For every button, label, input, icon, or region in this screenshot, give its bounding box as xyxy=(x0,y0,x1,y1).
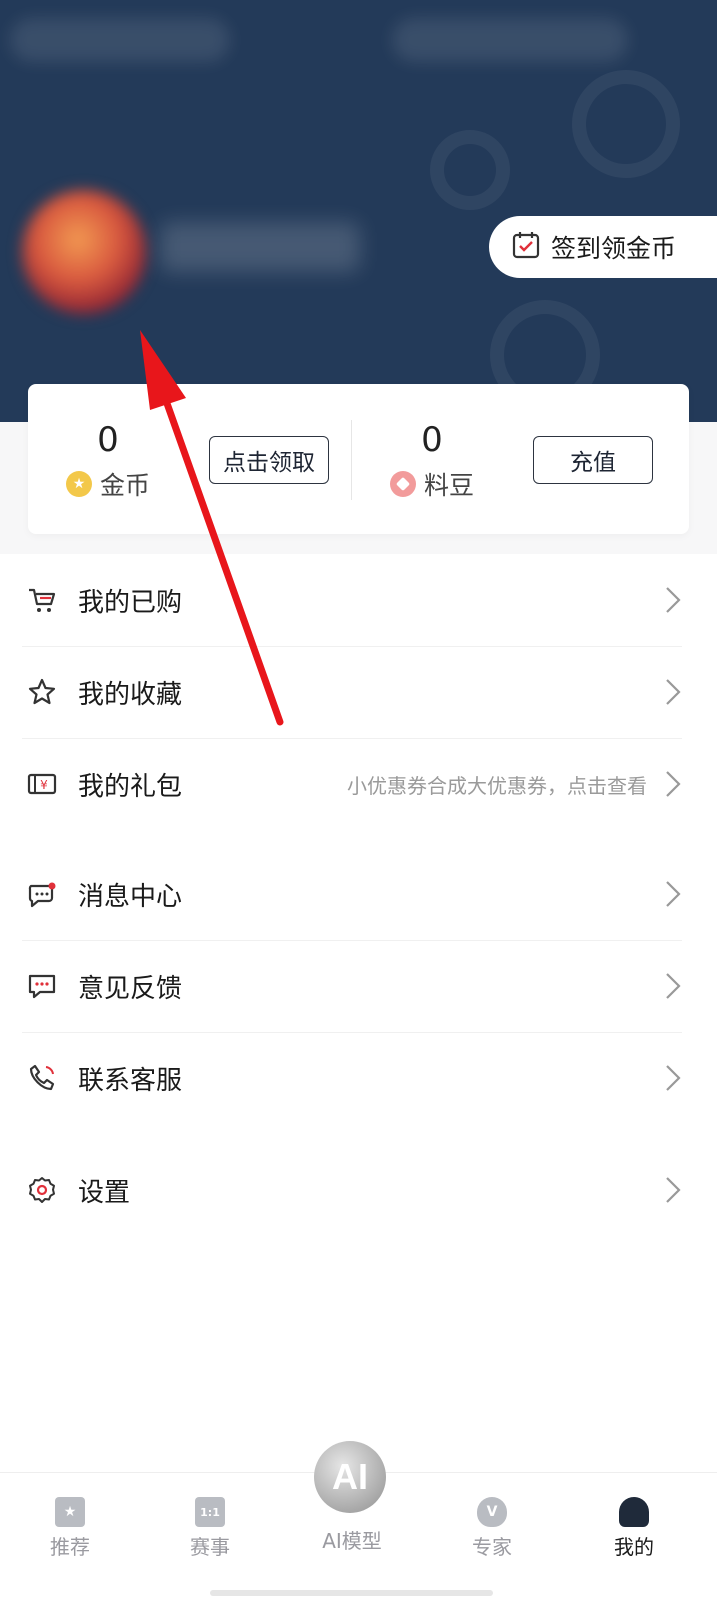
gear-icon xyxy=(27,1175,57,1205)
checkin-label: 签到领金币 xyxy=(551,234,677,263)
bottom-tabbar: ★ 推荐 1:1 赛事 AI AI模型 V 专家 我的 xyxy=(0,1441,717,1600)
claim-coins-button[interactable]: 点击领取 xyxy=(209,436,329,484)
chevron-right-icon xyxy=(666,881,681,907)
chevron-right-icon xyxy=(666,587,681,613)
menu-item-support[interactable]: 联系客服 xyxy=(0,1032,717,1124)
message-icon xyxy=(27,879,57,909)
gifts-hint: 小优惠券合成大优惠券，点击查看 xyxy=(347,773,647,798)
recommend-icon: ★ xyxy=(55,1497,85,1527)
menu-item-messages[interactable]: 消息中心 xyxy=(0,848,717,940)
checkin-button[interactable]: 签到领金币 xyxy=(489,216,717,278)
tab-label: 推荐 xyxy=(50,1535,90,1559)
menu-label: 我的礼包 xyxy=(78,771,183,802)
chevron-right-icon xyxy=(666,973,681,999)
beans-value: 0 xyxy=(421,420,443,460)
tab-ai-model[interactable]: AI模型 xyxy=(302,1525,402,1554)
basketball-decor xyxy=(572,70,680,178)
coins-balance: 0 ★ 金币 xyxy=(48,384,168,502)
ai-icon[interactable]: AI xyxy=(314,1441,386,1513)
home-indicator xyxy=(210,1590,493,1596)
menu-label: 设置 xyxy=(78,1177,131,1208)
expert-icon: V xyxy=(477,1497,507,1527)
tab-label: 赛事 xyxy=(190,1535,230,1559)
coin-icon: ★ xyxy=(65,471,92,497)
tab-recommend[interactable]: ★ 推荐 xyxy=(20,1487,120,1560)
calendar-check-icon xyxy=(511,230,541,264)
recharge-button[interactable]: 充值 xyxy=(533,436,653,484)
star-icon xyxy=(27,677,57,707)
coins-value: 0 xyxy=(97,420,119,460)
menu-item-settings[interactable]: 设置 xyxy=(0,1144,717,1236)
profile-header: 签到领金币 xyxy=(0,0,717,422)
phone-icon xyxy=(27,1063,57,1093)
menu-label: 我的收藏 xyxy=(78,679,183,710)
bean-icon xyxy=(389,471,416,497)
profile-icon xyxy=(619,1497,649,1527)
beans-label: 料豆 xyxy=(423,471,474,500)
menu-label: 意见反馈 xyxy=(78,973,183,1004)
chevron-right-icon xyxy=(666,1065,681,1091)
menu-label: 我的已购 xyxy=(78,587,183,618)
tab-label: 专家 xyxy=(472,1535,512,1559)
menu-label: 消息中心 xyxy=(78,881,183,912)
cart-icon xyxy=(27,585,57,615)
wallet-card: 0 ★ 金币 点击领取 0 料豆 充值 xyxy=(28,384,689,534)
svg-text:¥: ¥ xyxy=(40,778,48,792)
tab-experts[interactable]: V 专家 xyxy=(442,1487,542,1560)
menu-item-gifts[interactable]: ¥ 我的礼包 小优惠券合成大优惠券，点击查看 xyxy=(0,738,717,830)
status-blur-left xyxy=(10,18,230,62)
username-blurred[interactable] xyxy=(160,222,360,272)
tab-profile[interactable]: 我的 xyxy=(584,1487,684,1560)
wallet-divider xyxy=(351,420,352,500)
avatar[interactable] xyxy=(22,190,146,314)
feedback-icon xyxy=(27,971,57,1001)
chevron-right-icon xyxy=(666,679,681,705)
match-icon: 1:1 xyxy=(195,1497,225,1527)
tab-label: 我的 xyxy=(614,1535,654,1559)
menu-item-favorites[interactable]: 我的收藏 xyxy=(0,646,717,738)
tab-label: AI模型 xyxy=(322,1529,382,1553)
status-blur-right xyxy=(392,18,628,62)
menu-label: 联系客服 xyxy=(78,1065,183,1096)
beans-balance: 0 料豆 xyxy=(372,384,492,502)
chevron-right-icon xyxy=(666,1177,681,1203)
coins-label: 金币 xyxy=(99,471,150,500)
chevron-right-icon xyxy=(666,771,681,797)
tab-matches[interactable]: 1:1 赛事 xyxy=(160,1487,260,1560)
menu-item-feedback[interactable]: 意见反馈 xyxy=(0,940,717,1032)
ball-decor xyxy=(430,130,510,210)
gift-ticket-icon: ¥ xyxy=(27,769,57,799)
menu-item-purchased[interactable]: 我的已购 xyxy=(0,554,717,646)
